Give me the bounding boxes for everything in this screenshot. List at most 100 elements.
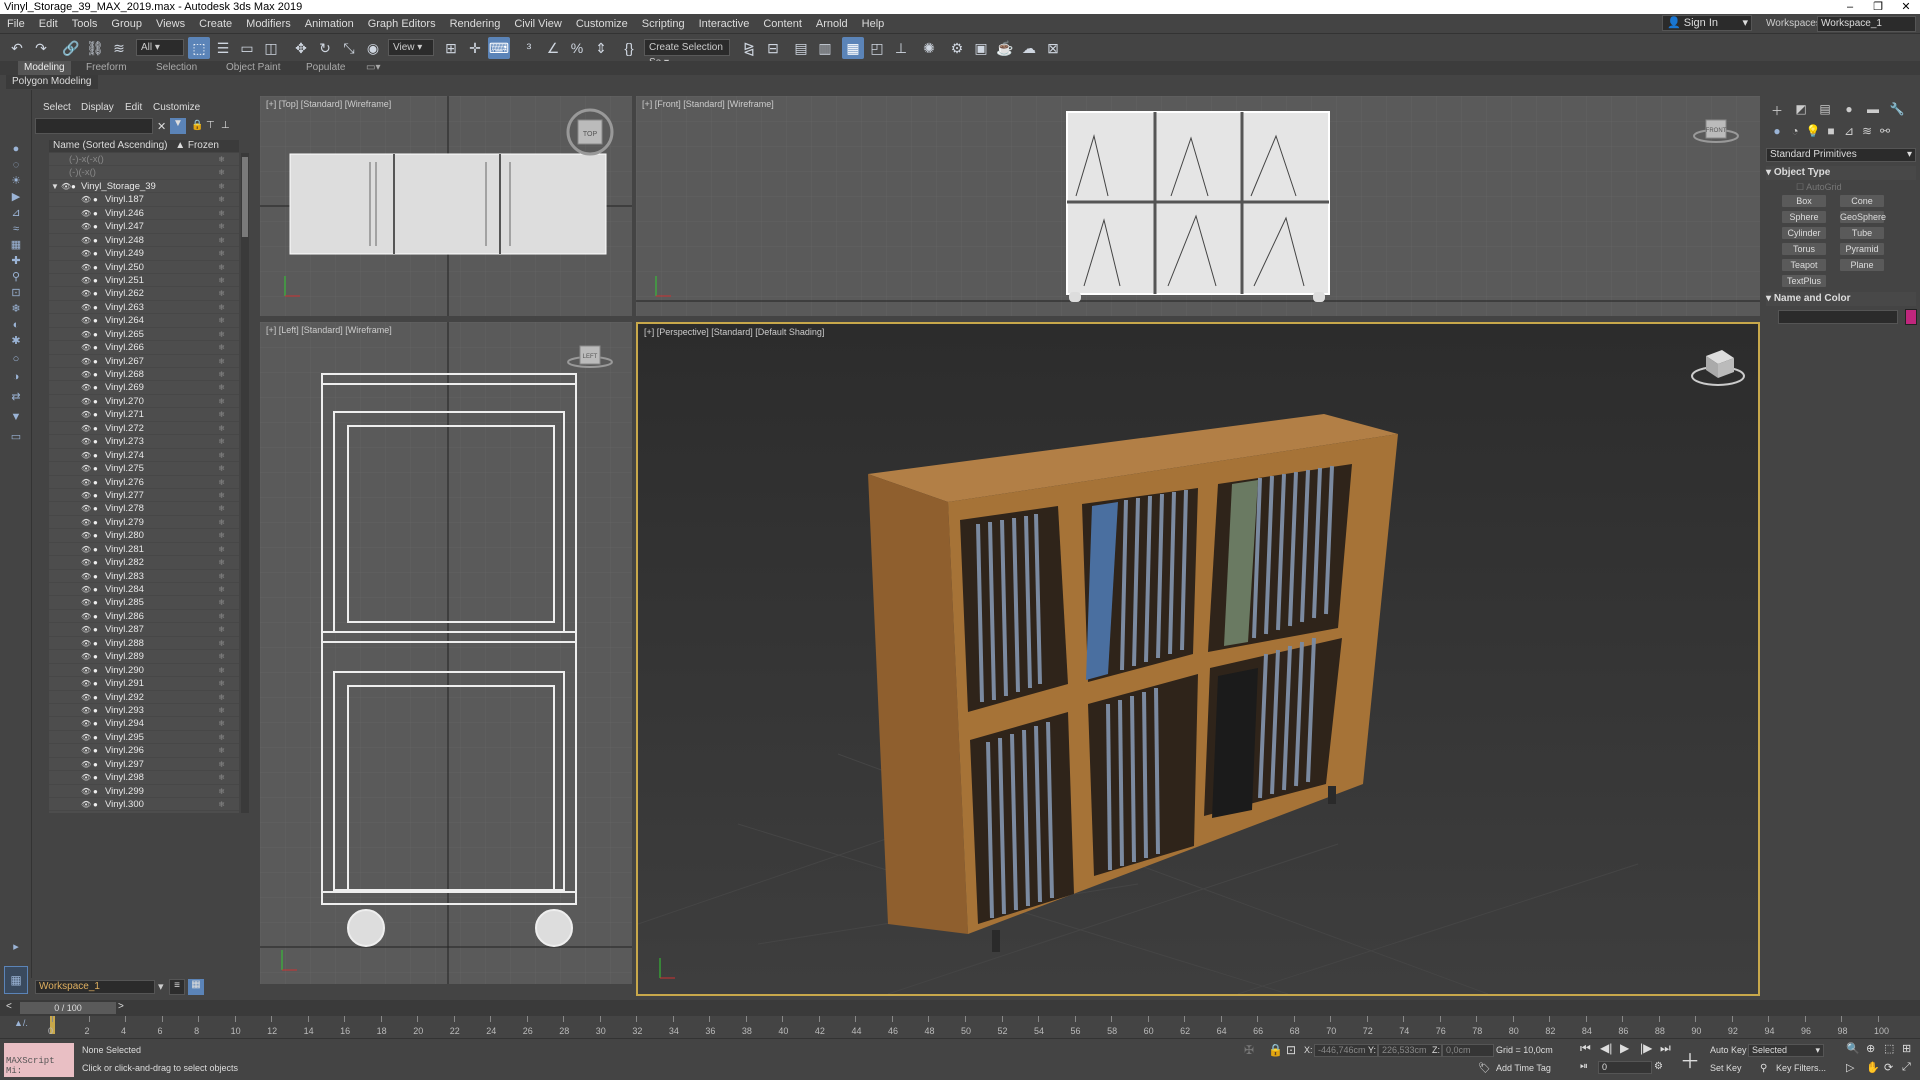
- explorer-workspace-dropdown[interactable]: Workspace_1: [35, 980, 155, 994]
- orbit-icon[interactable]: ⟳: [1884, 1061, 1893, 1074]
- explorer-menu-edit[interactable]: Edit: [125, 102, 142, 113]
- render-iterative-icon[interactable]: ⊠: [1042, 37, 1064, 59]
- menu-create[interactable]: Create: [192, 14, 239, 34]
- reference-coordinate-dropdown[interactable]: View ▾: [388, 39, 434, 56]
- explorer-row[interactable]: 👁 ● Vinyl.287 ❄: [49, 623, 239, 637]
- frozen-icon[interactable]: ❄: [218, 596, 225, 609]
- frozen-icon[interactable]: ❄: [218, 502, 225, 515]
- expand-arrow-icon[interactable]: ▼: [51, 180, 59, 193]
- visibility-eye-icon[interactable]: 👁: [81, 355, 91, 368]
- visibility-eye-icon[interactable]: 👁: [81, 274, 91, 287]
- set-key-button[interactable]: Set Key: [1710, 1063, 1742, 1073]
- visibility-eye-icon[interactable]: 👁: [81, 529, 91, 542]
- visibility-eye-icon[interactable]: 👁: [81, 543, 91, 556]
- visibility-eye-icon[interactable]: 👁: [81, 234, 91, 247]
- explorer-row[interactable]: 👁 ● Vinyl.263 ❄: [49, 301, 239, 315]
- visibility-eye-icon[interactable]: 👁: [81, 261, 91, 274]
- select-object-icon[interactable]: ⬚: [188, 37, 210, 59]
- frozen-icon[interactable]: ❄: [218, 247, 225, 260]
- key-filters-button[interactable]: Key Filters...: [1776, 1063, 1826, 1073]
- explorer-row[interactable]: 👁 ● Vinyl.251 ❄: [49, 274, 239, 288]
- frozen-icon[interactable]: ❄: [218, 691, 225, 704]
- explorer-menu-select[interactable]: Select: [43, 102, 71, 113]
- display-helpers-icon[interactable]: ⊿: [6, 206, 26, 220]
- visibility-eye-icon[interactable]: 👁: [81, 596, 91, 609]
- display-cameras-icon[interactable]: ▶: [6, 190, 26, 204]
- pivot-center-icon[interactable]: ⊞: [440, 37, 462, 59]
- frozen-icon[interactable]: ❄: [218, 516, 225, 529]
- visibility-eye-icon[interactable]: 👁: [81, 650, 91, 663]
- viewport-layout-icon[interactable]: ▦: [4, 966, 28, 994]
- shapes-icon[interactable]: ◔: [1786, 124, 1804, 140]
- visibility-eye-icon[interactable]: 👁: [81, 489, 91, 502]
- viewport-left[interactable]: [+] [Left] [Standard] [Wireframe] LEFT: [260, 322, 632, 984]
- visibility-eye-icon[interactable]: 👁: [81, 301, 91, 314]
- scene-explorer-options-icon[interactable]: ▭: [6, 430, 26, 444]
- go-to-start-icon[interactable]: ⏮: [1580, 1041, 1591, 1056]
- visibility-eye-icon[interactable]: 👁: [81, 677, 91, 690]
- menu-file[interactable]: File: [0, 14, 32, 34]
- key-mode-icon[interactable]: ⏯: [1580, 1061, 1588, 1072]
- frozen-icon[interactable]: ❄: [218, 234, 225, 247]
- select-rotate-icon[interactable]: ↻: [314, 37, 336, 59]
- explorer-row[interactable]: 👁 ● Vinyl.266 ❄: [49, 341, 239, 355]
- visibility-eye-icon[interactable]: 👁: [81, 583, 91, 596]
- display-tab-icon[interactable]: ▬: [1864, 102, 1882, 118]
- zoom-icon[interactable]: 🔍: [1846, 1042, 1860, 1055]
- frozen-icon[interactable]: ❄: [218, 422, 225, 435]
- frozen-icon[interactable]: ❄: [218, 650, 225, 663]
- explorer-row[interactable]: 👁 ● Vinyl.298 ❄: [49, 771, 239, 785]
- display-all-icon[interactable]: ✱: [6, 334, 26, 348]
- geosphere-button[interactable]: GeoSphere: [1840, 211, 1886, 223]
- frozen-icon[interactable]: ❄: [218, 543, 225, 556]
- plane-button[interactable]: Plane: [1840, 259, 1884, 271]
- explorer-row[interactable]: 👁 ● Vinyl.268 ❄: [49, 368, 239, 382]
- frozen-icon[interactable]: ❄: [218, 180, 225, 193]
- explorer-row[interactable]: ◌ (-)-x(-x() ❄: [49, 153, 239, 167]
- frozen-icon[interactable]: ❄: [218, 449, 225, 462]
- sign-in-dropdown[interactable]: 👤 Sign In ▾: [1662, 15, 1752, 31]
- explorer-row[interactable]: 👁 ● Vinyl.290 ❄: [49, 664, 239, 678]
- display-containers-icon[interactable]: ⊡: [6, 286, 26, 300]
- explorer-row[interactable]: 👁 ● Vinyl.277 ❄: [49, 489, 239, 503]
- layers-icon[interactable]: ⊥: [221, 120, 230, 131]
- visibility-eye-icon[interactable]: 👁: [81, 435, 91, 448]
- viewport-top-label[interactable]: [+] [Top] [Standard] [Wireframe]: [266, 99, 391, 109]
- frozen-icon[interactable]: ❄: [218, 744, 225, 757]
- invert-display-icon[interactable]: ◑: [6, 370, 26, 384]
- explorer-search-input[interactable]: [35, 118, 153, 134]
- menu-group[interactable]: Group: [104, 14, 149, 34]
- frozen-icon[interactable]: ❄: [218, 637, 225, 650]
- visibility-eye-icon[interactable]: 👁: [81, 623, 91, 636]
- visibility-eye-icon[interactable]: 👁: [81, 462, 91, 475]
- angle-snap-icon[interactable]: ∠: [542, 37, 564, 59]
- frozen-icon[interactable]: ❄: [218, 274, 225, 287]
- display-bones-icon[interactable]: ⚲: [6, 270, 26, 284]
- explorer-row[interactable]: 👁 ● Vinyl.187 ❄: [49, 193, 239, 207]
- render-in-cloud-icon[interactable]: ☁: [1018, 37, 1040, 59]
- auto-key-button[interactable]: Auto Key: [1710, 1045, 1747, 1055]
- visibility-eye-icon[interactable]: 👁: [81, 731, 91, 744]
- explorer-row[interactable]: 👁 ● Vinyl.271 ❄: [49, 408, 239, 422]
- hierarchy-tab-icon[interactable]: ▤: [1816, 102, 1834, 118]
- frozen-icon[interactable]: ❄: [218, 610, 225, 623]
- schematic-view-icon[interactable]: ⊥: [890, 37, 912, 59]
- menu-scripting[interactable]: Scripting: [635, 14, 692, 34]
- explorer-row[interactable]: 👁 ● Vinyl.264 ❄: [49, 314, 239, 328]
- explorer-row[interactable]: 👁 ● Vinyl.248 ❄: [49, 234, 239, 248]
- material-editor-icon[interactable]: ✺: [918, 37, 940, 59]
- named-selection-dropdown[interactable]: Create Selection Se ▾: [644, 39, 730, 68]
- frozen-icon[interactable]: ❄: [218, 771, 225, 784]
- clear-search-icon[interactable]: ✕: [157, 120, 166, 133]
- visibility-eye-icon[interactable]: 👁: [81, 422, 91, 435]
- explorer-row[interactable]: 👁 ● Vinyl.295 ❄: [49, 731, 239, 745]
- rectangular-selection-icon[interactable]: ▭: [236, 37, 258, 59]
- filter-toggle-icon[interactable]: ▼: [170, 118, 186, 134]
- explorer-row[interactable]: 👁 ● Vinyl.296 ❄: [49, 744, 239, 758]
- explorer-row[interactable]: 👁 ● Vinyl.262 ❄: [49, 287, 239, 301]
- frozen-icon[interactable]: ❄: [218, 476, 225, 489]
- maximize-viewport-icon[interactable]: ⤢: [1902, 1061, 1911, 1074]
- visibility-eye-icon[interactable]: 👁: [81, 771, 91, 784]
- menu-graph-editors[interactable]: Graph Editors: [361, 14, 443, 34]
- select-scale-icon[interactable]: ⤡: [338, 37, 360, 59]
